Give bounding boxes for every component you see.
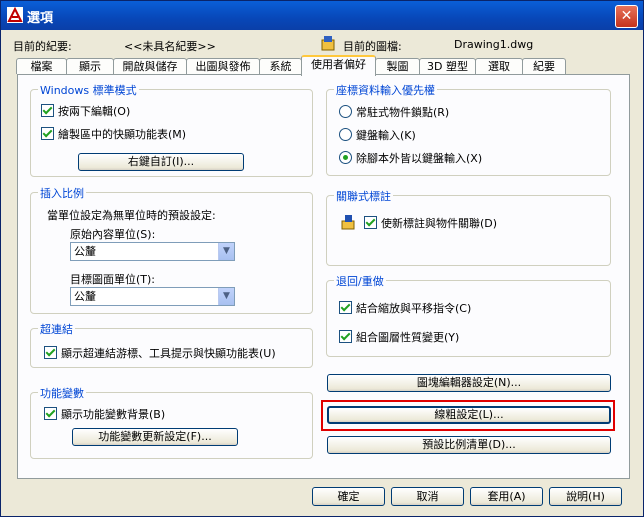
checkbox-checked-icon: [41, 104, 54, 117]
tab-open-save[interactable]: 開啟與儲存: [113, 58, 187, 74]
hyperlink-cursor-label: 顯示超連結游標、工具提示與快顯功能表(U): [61, 347, 276, 360]
tab-display[interactable]: 顯示: [66, 58, 114, 74]
ok-button[interactable]: 確定: [312, 487, 385, 506]
close-button[interactable]: ✕: [615, 5, 638, 28]
keyboard-entry-label: 鍵盤輸入(K): [356, 129, 416, 142]
apply-button[interactable]: 套用(A): [470, 487, 543, 506]
chevron-down-icon[interactable]: ▼: [218, 243, 234, 260]
tab-system[interactable]: 系統: [259, 58, 302, 74]
fields-group: 功能變數 顯示功能變數背景(B) 功能變數更新設定(F)...: [30, 385, 313, 459]
hyperlink-cursor-checkbox[interactable]: 顯示超連結游標、工具提示與快顯功能表(U): [44, 345, 276, 361]
radio-unselected-icon: [339, 105, 352, 118]
source-units-label: 原始內容單位(S):: [70, 228, 156, 241]
block-editor-settings-button[interactable]: 圖塊編輯器設定(N)...: [327, 374, 611, 392]
field-background-label: 顯示功能變數背景(B): [61, 408, 166, 421]
tab-selection[interactable]: 選取: [475, 58, 523, 74]
hyperlink-group: 超連結 顯示超連結游標、工具提示與快顯功能表(U): [30, 321, 313, 368]
radio-unselected-icon: [339, 128, 352, 141]
windows-standard-group: Windows 標準模式 按兩下編輯(O) 繪製區中的快顯功能表(M) 右鍵自訂…: [30, 82, 313, 177]
target-units-value: 公釐: [74, 290, 96, 303]
target-units-label: 目標圖面單位(T):: [70, 273, 156, 286]
close-icon: ✕: [620, 8, 633, 24]
shortcut-menu-checkbox[interactable]: 繪製區中的快顯功能表(M): [41, 126, 186, 142]
associative-dimension-checkbox[interactable]: 使新標註與物件關聯(D): [364, 215, 497, 231]
associative-dimension-icon: [341, 214, 357, 230]
keyboard-except-scripts-label: 除腳本外皆以鍵盤輸入(X): [356, 152, 483, 165]
coordinate-priority-group: 座標資料輸入優先權 常駐式物件鎖點(R) 鍵盤輸入(K) 除腳本外皆以鍵盤輸入(…: [326, 82, 611, 176]
combine-zoom-pan-checkbox[interactable]: 結合縮放與平移指令(C): [339, 300, 471, 316]
lineweight-highlight-box: [321, 400, 615, 431]
autocad-app-icon: [7, 6, 23, 23]
coordinate-priority-title: 座標資料輸入優先權: [334, 82, 437, 98]
insertion-scale-description: 當單位設定為無單位時的預設設定:: [47, 209, 216, 222]
tab-3d-modeling[interactable]: 3D 塑型: [419, 58, 476, 74]
current-drawing-value: Drawing1.dwg: [454, 38, 534, 51]
field-update-settings-button[interactable]: 功能變數更新設定(F)...: [72, 428, 238, 446]
help-button[interactable]: 說明(H): [549, 487, 622, 506]
undo-redo-group: 退回/重做 結合縮放與平移指令(C) 組合圖層性質變更(Y): [326, 273, 611, 357]
tab-profiles[interactable]: 紀要: [522, 58, 566, 74]
insertion-scale-group: 插入比例 當單位設定為無單位時的預設設定: 原始內容單位(S): 公釐 ▼ 目標…: [30, 185, 313, 314]
window-title: 選項: [27, 11, 54, 26]
combine-layer-changes-label: 組合圖層性質變更(Y): [356, 331, 460, 344]
tab-files[interactable]: 檔案: [16, 58, 67, 74]
drawing-file-icon: [320, 35, 336, 51]
double-click-edit-label: 按兩下編輯(O): [58, 105, 131, 118]
target-units-dropdown[interactable]: 公釐 ▼: [70, 287, 235, 306]
radio-running-osnap[interactable]: 常駐式物件鎖點(R): [339, 104, 449, 120]
undo-redo-title: 退回/重做: [334, 273, 386, 289]
tab-drafting[interactable]: 製圖: [375, 58, 420, 74]
chevron-down-icon[interactable]: ▼: [218, 288, 234, 305]
tab-plot-publish[interactable]: 出圖與發佈: [186, 58, 260, 74]
current-profile-label: 目前的紀要:: [13, 40, 72, 53]
checkbox-checked-icon: [44, 407, 57, 420]
tab-user-preferences[interactable]: 使用者偏好: [301, 55, 376, 76]
checkbox-checked-icon: [339, 301, 352, 314]
source-units-dropdown[interactable]: 公釐 ▼: [70, 242, 235, 261]
checkbox-checked-icon: [41, 127, 54, 140]
associative-dimensioning-group: 關聯式標註 使新標註與物件關聯(D): [326, 188, 611, 266]
source-units-value: 公釐: [74, 245, 96, 258]
field-background-checkbox[interactable]: 顯示功能變數背景(B): [44, 406, 165, 422]
double-click-edit-checkbox[interactable]: 按兩下編輯(O): [41, 103, 130, 119]
associative-dimensioning-title: 關聯式標註: [334, 188, 393, 204]
current-profile-value: <<未具名紀要>>: [124, 40, 216, 53]
checkbox-checked-icon: [44, 346, 57, 359]
right-click-customization-button[interactable]: 右鍵自訂(I)...: [78, 153, 244, 171]
hyperlink-title: 超連結: [38, 321, 75, 337]
checkbox-checked-icon: [339, 330, 352, 343]
insertion-scale-title: 插入比例: [38, 185, 86, 201]
checkbox-checked-icon: [364, 216, 377, 229]
title-bar[interactable]: 選項 ✕: [1, 1, 643, 30]
radio-keyboard-entry[interactable]: 鍵盤輸入(K): [339, 127, 416, 143]
combine-zoom-pan-label: 結合縮放與平移指令(C): [356, 302, 472, 315]
shortcut-menu-label: 繪製區中的快顯功能表(M): [58, 128, 187, 141]
radio-keyboard-except-scripts[interactable]: 除腳本外皆以鍵盤輸入(X): [339, 150, 482, 166]
associative-dimension-label: 使新標註與物件關聯(D): [381, 217, 498, 230]
cancel-button[interactable]: 取消: [391, 487, 464, 506]
radio-selected-icon: [339, 151, 352, 164]
combine-layer-changes-checkbox[interactable]: 組合圖層性質變更(Y): [339, 329, 459, 345]
windows-standard-title: Windows 標準模式: [38, 82, 139, 98]
fields-title: 功能變數: [38, 385, 86, 401]
options-dialog: 選項 ✕ 目前的紀要: <<未具名紀要>> 目前的圖檔: Drawing1.dw…: [0, 0, 644, 517]
default-scale-list-button[interactable]: 預設比例清單(D)...: [327, 436, 611, 454]
current-drawing-label: 目前的圖檔:: [343, 40, 402, 53]
running-osnap-label: 常駐式物件鎖點(R): [356, 106, 450, 119]
